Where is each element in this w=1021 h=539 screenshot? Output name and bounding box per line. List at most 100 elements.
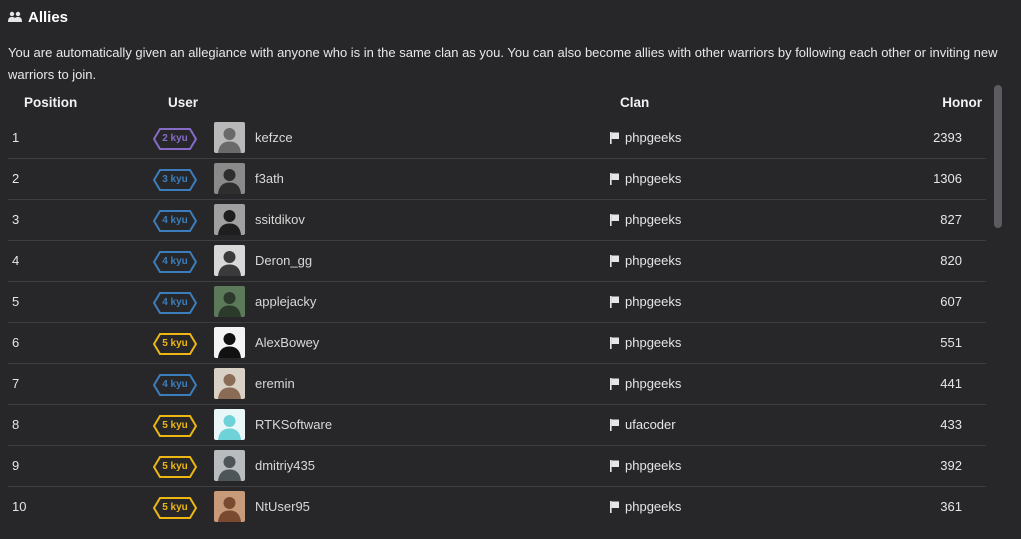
rank-label: 4 kyu [162, 379, 188, 390]
position-cell: 10 [12, 499, 27, 514]
username-link[interactable]: AlexBowey [255, 335, 319, 350]
flag-icon [610, 459, 619, 472]
flag-icon [610, 418, 619, 431]
rank-badge: 2 kyu [153, 128, 197, 150]
section-title: Allies [28, 8, 69, 26]
position-cell: 9 [12, 458, 20, 473]
clan-cell: phpgeeks [610, 335, 681, 350]
username-link[interactable]: ssitdikov [255, 212, 305, 227]
clan-cell: phpgeeks [610, 130, 681, 145]
honor-cell: 361 [940, 499, 962, 514]
username-link[interactable]: RTKSoftware [255, 417, 332, 432]
table-row: 9 5 kyu dmitriy435 phpgeeks 392 [8, 446, 986, 487]
avatar[interactable] [214, 122, 245, 153]
avatar[interactable] [214, 245, 245, 276]
avatar[interactable] [214, 450, 245, 481]
avatar[interactable] [214, 368, 245, 399]
rank-badge: 4 kyu [153, 251, 197, 273]
flag-icon [610, 254, 619, 267]
rank-badge: 4 kyu [153, 374, 197, 396]
clan-cell: phpgeeks [610, 253, 681, 268]
clan-cell: phpgeeks [610, 499, 681, 514]
clan-name: phpgeeks [625, 458, 682, 473]
position-cell: 3 [12, 212, 20, 227]
honor-cell: 827 [940, 212, 962, 227]
section-header: Allies [8, 7, 68, 27]
flag-icon [610, 377, 619, 390]
scrollbar[interactable] [994, 85, 1002, 228]
flag-icon [610, 500, 619, 513]
rank-label: 4 kyu [162, 215, 188, 226]
avatar[interactable] [214, 491, 245, 522]
table-row: 7 4 kyu eremin phpgeeks 441 [8, 364, 986, 405]
clan-cell: phpgeeks [610, 458, 681, 473]
clan-name: phpgeeks [625, 171, 682, 186]
honor-cell: 392 [940, 458, 962, 473]
position-cell: 7 [12, 376, 20, 391]
table-row: 8 5 kyu RTKSoftware ufacoder 433 [8, 405, 986, 446]
table-row: 2 3 kyu f3ath phpgeeks 1306 [8, 159, 986, 200]
position-cell: 4 [12, 253, 20, 268]
position-cell: 2 [12, 171, 20, 186]
username-link[interactable]: kefzce [255, 130, 293, 145]
clan-name: phpgeeks [625, 253, 682, 268]
avatar[interactable] [214, 204, 245, 235]
avatar[interactable] [214, 163, 245, 194]
honor-cell: 607 [940, 294, 962, 309]
table-row: 5 4 kyu applejacky phpgeeks 607 [8, 282, 986, 323]
allies-description: You are automatically given an allegianc… [8, 45, 998, 82]
rank-label: 5 kyu [162, 461, 188, 472]
table-row: 3 4 kyu ssitdikov phpgeeks 827 [8, 200, 986, 241]
flag-icon [610, 336, 619, 349]
username-link[interactable]: NtUser95 [255, 499, 310, 514]
clan-name: phpgeeks [625, 376, 682, 391]
clan-name: phpgeeks [625, 335, 682, 350]
username-link[interactable]: f3ath [255, 171, 284, 186]
column-header-clan[interactable]: Clan [620, 95, 649, 110]
username-link[interactable]: applejacky [255, 294, 316, 309]
avatar[interactable] [214, 327, 245, 358]
rank-badge: 4 kyu [153, 292, 197, 314]
rank-label: 2 kyu [162, 133, 188, 144]
table-row: 1 2 kyu kefzce phpgeeks 2393 [8, 118, 986, 159]
clan-name: phpgeeks [625, 499, 682, 514]
avatar[interactable] [214, 286, 245, 317]
clan-cell: phpgeeks [610, 376, 681, 391]
table-body: 1 2 kyu kefzce phpgeeks 2393 2 3 kyu f3ath phpge… [8, 118, 986, 527]
table-row: 10 5 kyu NtUser95 phpgeeks 361 [8, 487, 986, 527]
username-link[interactable]: Deron_gg [255, 253, 312, 268]
position-cell: 6 [12, 335, 20, 350]
rank-badge: 3 kyu [153, 169, 197, 191]
clan-name: phpgeeks [625, 212, 682, 227]
rank-label: 4 kyu [162, 256, 188, 267]
clan-cell: phpgeeks [610, 171, 681, 186]
honor-cell: 441 [940, 376, 962, 391]
clan-name: phpgeeks [625, 130, 682, 145]
column-header-user[interactable]: User [168, 95, 198, 110]
users-icon [8, 11, 22, 23]
table-row: 6 5 kyu AlexBowey phpgeeks 551 [8, 323, 986, 364]
username-link[interactable]: eremin [255, 376, 295, 391]
clan-cell: phpgeeks [610, 212, 681, 227]
position-cell: 5 [12, 294, 20, 309]
column-header-honor[interactable]: Honor [942, 95, 982, 110]
rank-label: 4 kyu [162, 297, 188, 308]
rank-badge: 5 kyu [153, 497, 197, 519]
position-cell: 8 [12, 417, 20, 432]
rank-label: 3 kyu [162, 174, 188, 185]
honor-cell: 2393 [933, 130, 962, 145]
rank-badge: 5 kyu [153, 333, 197, 355]
clan-cell: ufacoder [610, 417, 676, 432]
honor-cell: 551 [940, 335, 962, 350]
flag-icon [610, 172, 619, 185]
flag-icon [610, 213, 619, 226]
flag-icon [610, 131, 619, 144]
table-row: 4 4 kyu Deron_gg phpgeeks 820 [8, 241, 986, 282]
honor-cell: 1306 [933, 171, 962, 186]
rank-label: 5 kyu [162, 338, 188, 349]
avatar[interactable] [214, 409, 245, 440]
username-link[interactable]: dmitriy435 [255, 458, 315, 473]
rank-badge: 4 kyu [153, 210, 197, 232]
rank-label: 5 kyu [162, 502, 188, 513]
column-header-position[interactable]: Position [24, 95, 77, 110]
